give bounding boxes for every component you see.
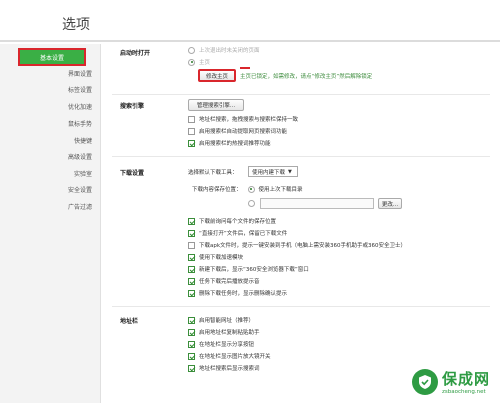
addressbar-option-5[interactable]: 地址栏搜索后显示搜索词 — [188, 364, 260, 372]
download-option-7-checkbox[interactable] — [188, 289, 195, 297]
addressbar-option-5-label: 地址栏搜索后显示搜索词 — [199, 366, 260, 372]
search-option-2[interactable]: 启用搜索栏自动提取网页搜索词功能 — [188, 127, 287, 135]
addressbar-section-label: 地址栏 — [120, 318, 139, 325]
download-custom-path-radio[interactable] — [248, 200, 255, 207]
search-section-label: 搜索引擎 — [120, 103, 145, 110]
addressbar-option-1-label: 启用智能网址（推荐） — [199, 318, 255, 324]
addressbar-option-4-checkbox[interactable] — [188, 352, 195, 360]
modify-home-button[interactable]: 修改主页 — [198, 69, 236, 82]
download-option-1[interactable]: 下载前询问每个文件的保存位置 — [188, 217, 276, 225]
search-option-2-checkbox[interactable] — [188, 127, 195, 135]
download-option-2-checkbox[interactable] — [188, 229, 195, 237]
download-default-tool-row: 选择默认下载工具： — [188, 168, 238, 176]
chevron-down-icon: ▼ — [288, 168, 292, 175]
sidebar-item-mouse-gestures[interactable]: 鼠标手势 — [68, 119, 92, 128]
addressbar-option-5-checkbox[interactable] — [188, 364, 195, 372]
startup-home-radio[interactable] — [188, 58, 195, 66]
search-option-1-label: 地址栏搜索，拖拽搜索与搜索栏保持一致 — [199, 117, 299, 123]
download-option-3-checkbox[interactable] — [188, 241, 195, 249]
download-option-7-label: 删除下载任务时，显示删除确认提示 — [199, 291, 288, 297]
download-option-3[interactable]: 下载apk文件时，提示一键安装到手机（电脑上需安装360手机助手或360安全卫士… — [188, 241, 406, 249]
watermark-url: zsbaocheng.net — [441, 389, 486, 395]
search-option-3[interactable]: 启用搜索栏的热搜词推荐功能 — [188, 139, 271, 147]
sidebar-item-adblock[interactable]: 广告过滤 — [68, 202, 92, 211]
download-save-location-label: 下载内容保存位置： — [192, 187, 242, 193]
addressbar-option-3-label: 在地址栏显示分享按钮 — [199, 342, 255, 348]
search-option-1-checkbox[interactable] — [188, 115, 195, 123]
addressbar-option-3-checkbox[interactable] — [188, 340, 195, 348]
download-option-7[interactable]: 删除下载任务时，显示删除确认提示 — [188, 289, 287, 297]
download-custom-path-row — [248, 200, 259, 207]
addressbar-option-1-checkbox[interactable] — [188, 316, 195, 324]
sidebar-item-tabs[interactable]: 标签设置 — [68, 85, 92, 94]
page-title: 选项 — [62, 17, 90, 33]
sidebar-item-interface[interactable]: 界面设置 — [68, 69, 92, 78]
download-tool-select[interactable]: 使用内建下载 ▼ — [248, 166, 298, 177]
sidebar-item-advanced[interactable]: 高级设置 — [68, 152, 92, 161]
watermark-title: 保成网 — [441, 370, 490, 388]
section-divider — [112, 306, 490, 307]
addressbar-option-3[interactable]: 在地址栏显示分享按钮 — [188, 340, 254, 348]
startup-option-last-pages[interactable]: 上次退出时未关闭的页面 — [188, 46, 260, 54]
search-option-1[interactable]: 地址栏搜索，拖拽搜索与搜索栏保持一致 — [188, 115, 298, 123]
sidebar-item-shortcuts[interactable]: 快捷键 — [74, 136, 92, 145]
site-watermark: 保成网 zsbaocheng.net — [411, 368, 490, 395]
download-last-dir-radio[interactable] — [247, 185, 255, 193]
change-path-button[interactable]: 更改... — [378, 198, 402, 209]
startup-home-label: 主页 — [199, 60, 211, 66]
download-option-6-checkbox[interactable] — [188, 277, 195, 285]
search-option-3-label: 启用搜索栏的热搜词推荐功能 — [199, 141, 271, 147]
startup-last-label: 上次退出时未关闭的页面 — [199, 48, 260, 54]
addressbar-option-1[interactable]: 启用智能网址（推荐） — [188, 316, 254, 324]
section-divider — [112, 156, 490, 157]
search-option-3-checkbox[interactable] — [188, 139, 195, 147]
startup-last-radio[interactable] — [188, 46, 195, 54]
download-section-label: 下载设置 — [120, 170, 145, 177]
sidebar-item-lab[interactable]: 实验室 — [74, 169, 92, 178]
manage-search-engines-button[interactable]: 管理搜索引擎... — [188, 99, 244, 111]
sidebar: 基本设置 界面设置 标签设置 优化加速 鼠标手势 快捷键 高级设置 实验室 安全… — [0, 44, 101, 403]
sidebar-item-security[interactable]: 安全设置 — [68, 185, 92, 194]
title-divider — [0, 40, 500, 42]
download-option-5[interactable]: 新建下载后，显示“360安全浏览器下载”窗口 — [188, 265, 309, 273]
download-option-6[interactable]: 任务下载完后播放提示音 — [188, 277, 260, 285]
download-last-dir-label: 使用上次下载目录 — [258, 187, 303, 193]
download-option-1-label: 下载前询问每个文件的保存位置 — [199, 219, 277, 225]
download-option-4-label: 使用下载加速模块 — [199, 255, 244, 261]
startup-section-label: 启动时打开 — [120, 50, 151, 57]
download-option-6-label: 任务下载完后播放提示音 — [199, 279, 260, 285]
addressbar-option-2-label: 启用地址栏复制粘贴助手 — [199, 330, 260, 336]
download-option-5-checkbox[interactable] — [188, 265, 195, 273]
search-option-2-label: 启用搜索栏自动提取网页搜索词功能 — [199, 129, 288, 135]
download-option-2-label: “直接打开”文件后，保留已下载文件 — [199, 231, 288, 237]
addressbar-option-4-label: 在地址栏显示图片放大镜开关 — [199, 354, 271, 360]
main-panel: 启动时打开 上次退出时未关闭的页面 主页 修改主页 主页已锁定，如需修改，请点“… — [102, 44, 500, 403]
sidebar-item-basic[interactable]: 基本设置 — [18, 48, 86, 66]
download-option-2[interactable]: “直接打开”文件后，保留已下载文件 — [188, 229, 287, 237]
home-lock-note: 主页已锁定，如需修改，请点“修改主页”然后解除锁定 — [240, 74, 373, 80]
download-option-4-checkbox[interactable] — [188, 253, 195, 261]
startup-option-home[interactable]: 主页 — [188, 58, 210, 66]
download-path-input[interactable] — [260, 198, 374, 209]
download-option-5-label: 新建下载后，显示“360安全浏览器下载”窗口 — [199, 267, 309, 273]
download-tool-select-value: 使用内建下载 — [252, 169, 286, 176]
download-default-tool-label: 选择默认下载工具： — [188, 170, 238, 176]
download-option-1-checkbox[interactable] — [188, 217, 195, 225]
addressbar-option-4[interactable]: 在地址栏显示图片放大镜开关 — [188, 352, 271, 360]
options-window: 选项 基本设置 界面设置 标签设置 优化加速 鼠标手势 快捷键 高级设置 实验室… — [0, 0, 500, 403]
sidebar-item-optimize[interactable]: 优化加速 — [68, 102, 92, 111]
addressbar-option-2[interactable]: 启用地址栏复制粘贴助手 — [188, 328, 260, 336]
download-save-location-row: 下载内容保存位置： 使用上次下载目录 — [192, 185, 303, 193]
download-option-3-label: 下载apk文件时，提示一键安装到手机（电脑上需安装360手机助手或360安全卫士… — [199, 243, 407, 249]
annotation-mark — [240, 67, 250, 69]
addressbar-option-2-checkbox[interactable] — [188, 328, 195, 336]
download-option-4[interactable]: 使用下载加速模块 — [188, 253, 243, 261]
section-divider — [112, 94, 490, 95]
watermark-text: 保成网 zsbaocheng.net — [442, 368, 490, 395]
shield-check-logo-icon — [411, 368, 438, 395]
